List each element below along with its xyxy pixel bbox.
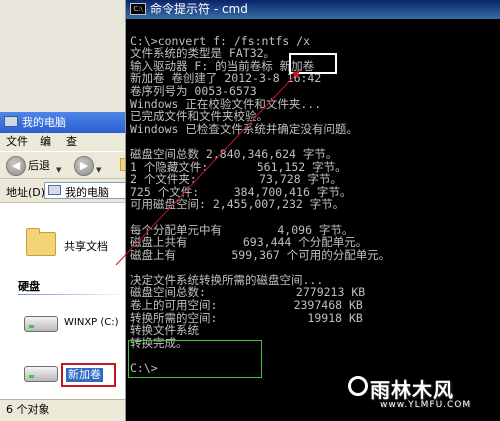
volume-label-highlight	[289, 53, 337, 74]
address-label: 地址(D)	[6, 186, 46, 199]
back-label: 后退	[28, 159, 50, 172]
cmd-line: 磁盘上共有 693,444 个分配单元。	[130, 235, 368, 250]
forward-dropdown-icon: ▼	[96, 166, 102, 174]
cmd-line	[130, 211, 497, 224]
shared-docs-label[interactable]: 共享文档	[64, 238, 108, 254]
cmd-line: 磁盘上有 599,367 个可用的分配单元。	[130, 247, 391, 262]
hard-disk-section-title: 硬盘	[18, 280, 40, 293]
my-computer-icon	[4, 116, 18, 127]
back-dropdown-icon: ▼	[56, 166, 62, 174]
cmd-title-bar[interactable]: C:\ 命令提示符 - cmd	[126, 0, 500, 19]
hard-drive-icon[interactable]	[24, 316, 58, 332]
back-button[interactable]: ◀ 后退 ▼	[6, 156, 68, 176]
menu-view[interactable]: 查	[66, 133, 77, 151]
cmd-output[interactable]: C:\>convert f: /fs:ntfs /x 文件系统的类型是 FAT32…	[130, 22, 497, 375]
cmd-line: 可用磁盘空间: 2,455,007,232 字节。	[130, 197, 345, 212]
my-computer-icon	[48, 185, 61, 195]
drive-c-label[interactable]: WINXP (C:)	[64, 317, 119, 328]
status-text: 6 个对象	[6, 403, 50, 416]
cmd-line: Windows 已检查文件系统并确定没有问题。	[130, 121, 358, 136]
back-arrow-icon: ◀	[6, 156, 26, 176]
cmd-line: 转换文件系统	[130, 323, 199, 338]
rename-field[interactable]: 新加卷	[61, 363, 116, 387]
watermark-logo: 雨林木风 www.YLMFU.COM	[348, 370, 493, 416]
watermark-brand: 雨林木风	[370, 378, 454, 402]
cmd-line: 磁盘空间总数 2,840,346,624 字节。	[130, 146, 338, 161]
watermark-mark-icon	[348, 376, 368, 396]
watermark-url: www.YLMFU.COM	[380, 400, 472, 410]
rename-field-value: 新加卷	[66, 368, 103, 382]
cmd-line: 卷上的可用空间: 2397468 KB	[130, 298, 363, 313]
cmd-line	[130, 261, 497, 274]
forward-button[interactable]: ▶ ▼	[74, 156, 108, 176]
explorer-title: 我的电脑	[22, 116, 66, 129]
conversion-complete-highlight	[128, 340, 262, 378]
cmd-icon: C:\	[130, 3, 146, 15]
cmd-line	[130, 22, 497, 35]
cmd-title: 命令提示符 - cmd	[150, 2, 248, 16]
section-divider	[18, 294, 128, 295]
menu-file[interactable]: 文件	[6, 133, 28, 151]
hard-drive-icon[interactable]	[24, 366, 58, 382]
cmd-line: 卷序列号为 0053-6573	[130, 83, 257, 98]
forward-arrow-icon: ▶	[74, 156, 94, 176]
folder-icon[interactable]	[26, 228, 56, 256]
address-value: 我的电脑	[65, 186, 109, 199]
menu-edit[interactable]: 编	[40, 133, 51, 151]
cmd-line: 已完成文件和文件夹校验。	[130, 109, 268, 124]
cmd-line: 2 个文件夹: 73,728 字节。	[130, 172, 343, 187]
